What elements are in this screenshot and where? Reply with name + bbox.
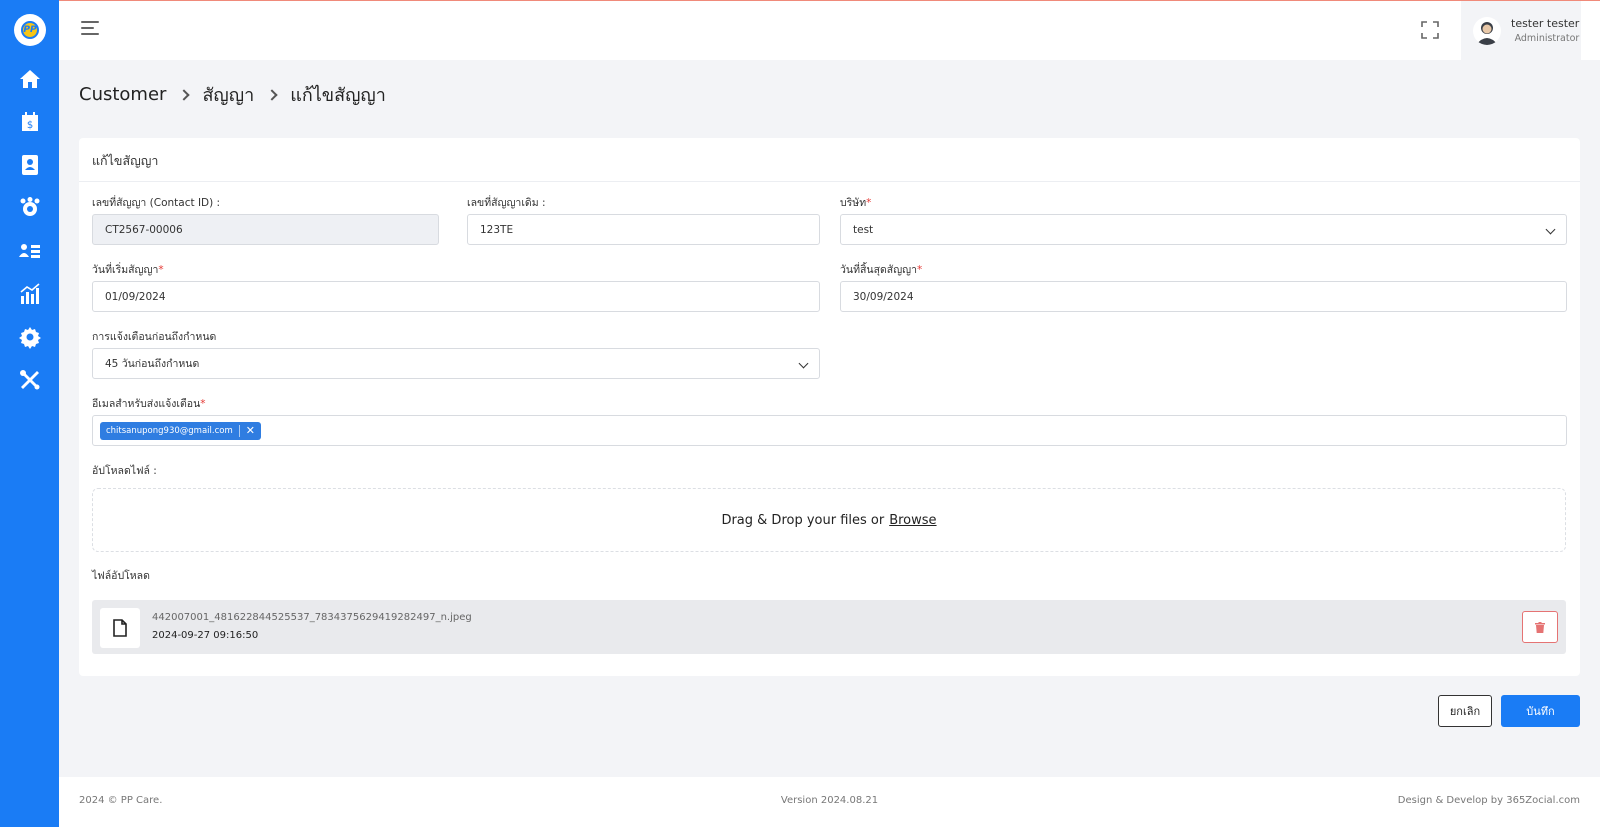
app-logo[interactable]: PP: [14, 14, 46, 46]
user-menu[interactable]: tester tester Administrator: [1461, 1, 1581, 60]
start-date-input[interactable]: 01/09/2024: [92, 281, 820, 312]
remove-tag-icon[interactable]: ✕: [246, 424, 255, 437]
contact-book-icon: [21, 155, 38, 175]
delete-file-button[interactable]: [1522, 611, 1558, 643]
settings-icon: [18, 327, 41, 349]
sidebar: PP $: [0, 0, 59, 827]
chevron-right-icon: [266, 88, 278, 101]
uploaded-file-item: 442007001_481622844525537_78343756294192…: [92, 600, 1566, 654]
contract-id-field: CT2567-00006: [92, 214, 439, 245]
fullscreen-icon[interactable]: [1421, 21, 1439, 39]
chevron-right-icon: [178, 88, 191, 101]
sidebar-item-settings[interactable]: [0, 317, 59, 357]
calendar-billing-icon: $: [21, 112, 38, 131]
sidebar-item-team[interactable]: [0, 188, 59, 228]
sidebar-item-reports[interactable]: [0, 274, 59, 314]
topbar: tester tester Administrator: [59, 0, 1600, 60]
chevron-down-icon: [798, 358, 809, 369]
company-select[interactable]: test: [840, 214, 1567, 245]
cancel-button[interactable]: ยกเลิก: [1438, 695, 1492, 727]
chevron-down-icon: [1545, 224, 1556, 235]
start-date-label: วันที่เริ่มสัญญา*: [92, 264, 164, 276]
sidebar-item-users[interactable]: [0, 231, 59, 271]
sidebar-item-home[interactable]: [0, 59, 59, 99]
contract-id-label: เลขที่สัญญา (Contact ID) :: [92, 197, 221, 209]
footer-version: Version 2024.08.21: [780, 795, 879, 806]
avatar: [1473, 16, 1501, 45]
user-name: tester tester: [1511, 17, 1580, 30]
tools-icon: [19, 370, 39, 390]
company-selected: test: [853, 223, 874, 236]
uploaded-files-label: ไฟล์อัปโหลด: [92, 570, 150, 582]
file-icon: [100, 608, 140, 648]
footer: 2024 © PP Care. Version 2024.08.21 Desig…: [59, 777, 1600, 827]
file-date: 2024-09-27 09:16:50: [152, 630, 259, 641]
file-name: 442007001_481622844525537_78343756294192…: [152, 612, 472, 623]
file-dropzone[interactable]: Drag & Drop your files or Browse: [92, 488, 1566, 552]
end-date-input[interactable]: 30/09/2024: [840, 281, 1567, 312]
old-contract-input[interactable]: 123TE: [467, 214, 820, 245]
save-button[interactable]: บันทึก: [1501, 695, 1580, 727]
breadcrumb: Customer สัญญา แก้ไขสัญญา: [79, 80, 386, 109]
team-gear-icon: [20, 197, 39, 216]
svg-text:$: $: [26, 120, 32, 131]
company-label: บริษัท*: [840, 197, 872, 209]
end-date-label: วันที่สิ้นสุดสัญญา*: [840, 264, 923, 276]
email-label: อีเมลสำหรับส่งแจ้งเตือน*: [92, 398, 206, 410]
dropzone-text: Drag & Drop your files or: [721, 512, 885, 528]
home-icon: [19, 70, 40, 88]
chart-icon: [19, 283, 40, 304]
card-title: แก้ไขสัญญา: [79, 138, 1580, 182]
email-tags-input[interactable]: chitsanupong930@gmail.com ✕: [92, 415, 1567, 446]
upload-label: อัปโหลดไฟล์ :: [92, 465, 157, 477]
breadcrumb-contract[interactable]: สัญญา: [202, 80, 254, 109]
reminder-label: การแจ้งเตือนก่อนถึงกำหนด: [92, 331, 217, 343]
email-tag-text: chitsanupong930@gmail.com: [106, 425, 233, 436]
logo-mark: PP: [21, 21, 39, 39]
reminder-selected: 45 วันก่อนถึงกำหนด: [105, 358, 200, 370]
reminder-select[interactable]: 45 วันก่อนถึงกำหนด: [92, 348, 820, 379]
footer-credit: Design & Develop by 365Zocial.com: [1397, 795, 1580, 806]
user-role: Administrator: [1514, 33, 1580, 44]
sidebar-item-billing[interactable]: $: [0, 102, 59, 142]
sidebar-item-contacts[interactable]: [0, 145, 59, 185]
sidebar-item-tools[interactable]: [0, 360, 59, 400]
user-list-icon: [18, 244, 40, 258]
hamburger-menu-icon[interactable]: [81, 21, 101, 39]
edit-contract-card: แก้ไขสัญญา เลขที่สัญญา (Contact ID) : CT…: [79, 138, 1580, 676]
email-tag: chitsanupong930@gmail.com ✕: [100, 421, 261, 440]
breadcrumb-customer[interactable]: Customer: [79, 84, 166, 105]
browse-link[interactable]: Browse: [889, 513, 936, 528]
breadcrumb-current: แก้ไขสัญญา: [290, 85, 386, 106]
old-contract-label: เลขที่สัญญาเดิม :: [467, 197, 546, 209]
trash-icon: [1535, 621, 1545, 633]
